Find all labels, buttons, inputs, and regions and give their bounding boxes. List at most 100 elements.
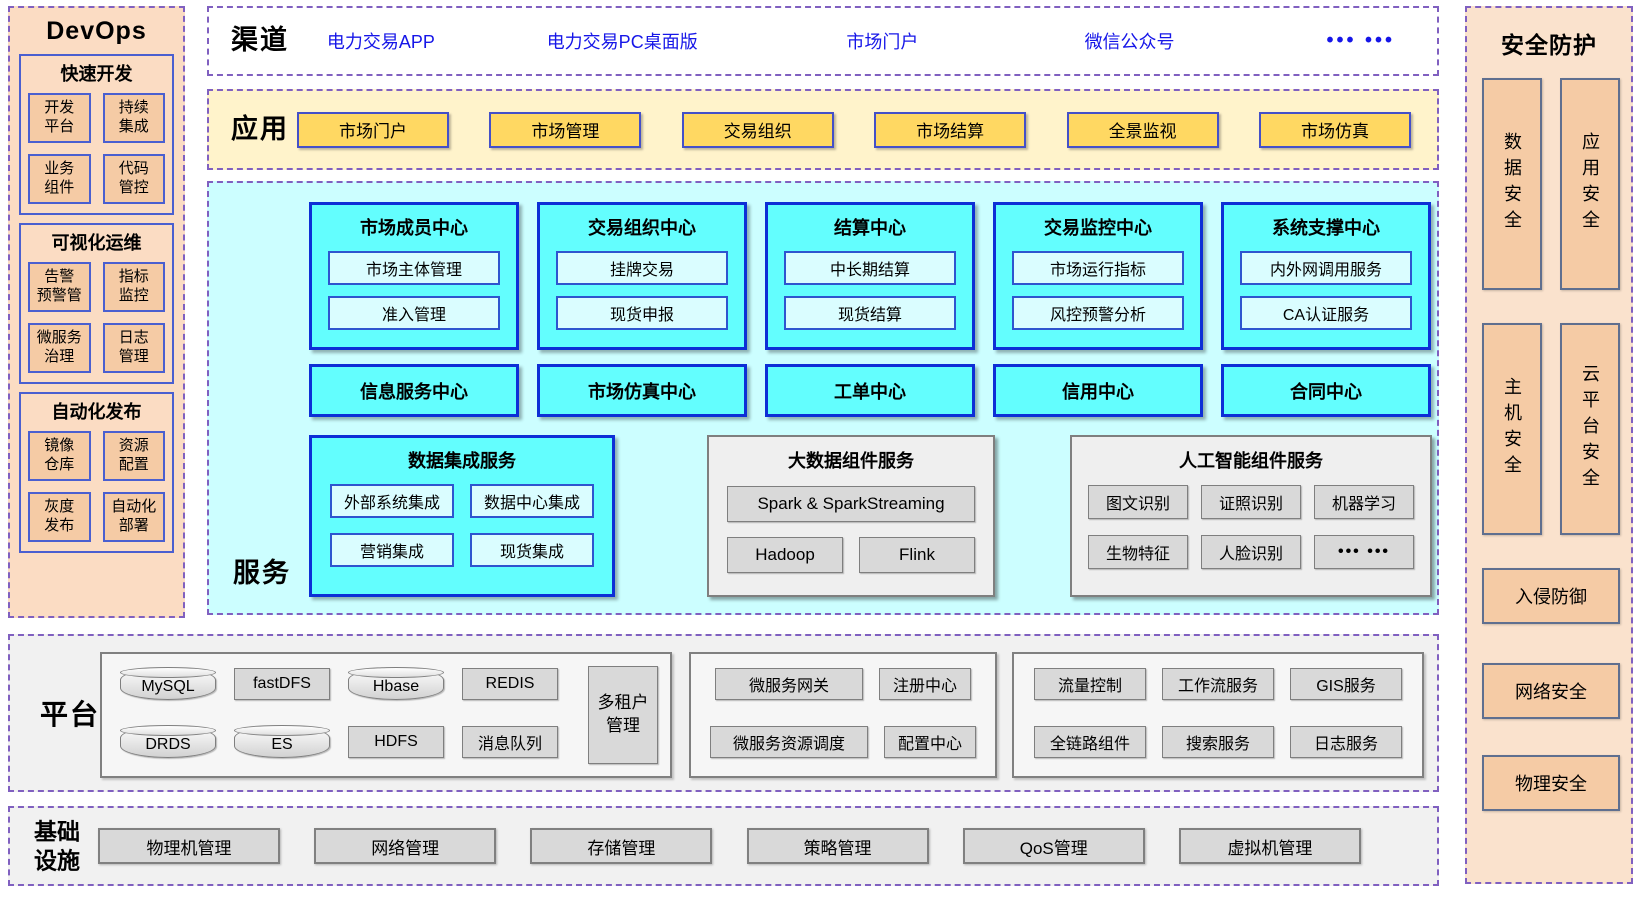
devops-item: 指标 监控 [103,262,166,312]
db-cylinder-mysql: MySQL [120,668,216,700]
service-sub-item: 内外网调用服务 [1240,251,1412,285]
service-center-trade-monitoring: 交易监控中心 市场运行指标 风控预警分析 [993,202,1203,350]
service-sub-item: 风控预警分析 [1012,296,1184,330]
architecture-diagram: DevOps 快速开发 开发 平台 持续 集成 业务 组件 代码 管控 可视化运… [0,0,1641,899]
bigdata-title: 大数据组件服务 [709,447,993,473]
applications-row: 应用 市场门户 市场管理 交易组织 市场结算 全景监视 市场仿真 [207,89,1439,170]
security-title: 安全防护 [1467,26,1631,60]
platform-row-1: 流量控制 工作流服务 GIS服务 [1028,668,1408,700]
platform-label: 平台 [40,693,100,733]
app-market-portal: 市场门户 [297,112,449,148]
channel-pc-desktop: 电力交易PC桌面版 [547,28,698,54]
infrastructure-buttons: 物理机管理 网络管理 存储管理 策略管理 QoS管理 虚拟机管理 [98,828,1361,864]
security-application: 应用安全 [1560,78,1620,290]
devops-item: 灰度 发布 [28,492,91,542]
service-center-title: 交易监控中心 [996,214,1200,240]
service-center-contract: 合同中心 [1221,364,1431,417]
service-sub-item: 现货结算 [784,296,956,330]
service-center-title: 市场成员中心 [312,214,516,240]
devops-item: 微服务 治理 [28,323,91,373]
service-center-system-support: 系统支撑中心 内外网调用服务 CA认证服务 [1221,202,1431,350]
devops-group-title: 快速开发 [28,57,165,93]
service-sub-item: 准入管理 [328,296,500,330]
infra-virtual-machine: 虚拟机管理 [1179,828,1361,864]
infra-policy: 策略管理 [747,828,929,864]
platform-storage-panel: MySQL fastDFS Hbase REDIS DRDS ES HDFS 消… [100,652,672,778]
channels-label: 渠道 [231,26,289,56]
platform-cell-search: 搜索服务 [1162,726,1274,758]
devops-group-grid: 告警 预警管 指标 监控 微服务 治理 日志 管理 [28,262,165,373]
service-center-market-members: 市场成员中心 市场主体管理 准入管理 [309,202,519,350]
security-cloud-platform: 云平台安全 [1560,323,1620,535]
infra-storage: 存储管理 [530,828,712,864]
service-sub-item: 市场主体管理 [328,251,500,285]
platform-cell-ms-gateway: 微服务网关 [715,668,863,700]
service-center-market-simulation: 市场仿真中心 [537,364,747,417]
service-center-credit: 信用中心 [993,364,1203,417]
devops-item: 代码 管控 [103,154,166,204]
platform-row-2: DRDS ES HDFS 消息队列 [120,726,558,758]
app-panorama-monitoring: 全景监视 [1067,112,1219,148]
service-center-settlement: 结算中心 中长期结算 现货结算 [765,202,975,350]
devops-title: DevOps [10,8,183,46]
platform-cell-multi-tenant: 多租户 管理 [588,666,658,764]
devops-item: 告警 预警管 [28,262,91,312]
devops-item: 开发 平台 [28,93,91,143]
data-integration-grid: 外部系统集成 数据中心集成 营销集成 现货集成 [312,473,612,567]
db-cylinder-es: ES [234,726,330,758]
devops-group-auto-release: 自动化发布 镜像 仓库 资源 配置 灰度 发布 自动化 部署 [19,392,174,553]
platform-cell-redis: REDIS [462,668,558,700]
services-label: 服务 [233,551,291,590]
infrastructure-label: 基础 设施 [34,817,80,875]
service-center-title: 系统支撑中心 [1224,214,1428,240]
service-sub-item: 现货申报 [556,296,728,330]
platform-cell-hdfs: HDFS [348,726,444,758]
app-trade-organization: 交易组织 [682,112,834,148]
platform-row-2: 全链路组件 搜索服务 日志服务 [1028,726,1408,758]
applications-label: 应用 [231,115,289,145]
security-data: 数据安全 [1482,78,1542,290]
devops-group-title: 自动化发布 [28,395,165,431]
security-intrusion-prevention: 入侵防御 [1482,568,1620,624]
devops-panel: DevOps 快速开发 开发 平台 持续 集成 业务 组件 代码 管控 可视化运… [8,6,185,618]
devops-group-visual-ops: 可视化运维 告警 预警管 指标 监控 微服务 治理 日志 管理 [19,223,174,384]
ai-component-services: 人工智能组件服务 图文识别 证照识别 机器学习 生物特征 人脸识别 ••• ••… [1070,435,1432,597]
devops-group-grid: 开发 平台 持续 集成 业务 组件 代码 管控 [28,93,165,204]
platform-cell-ms-scheduling: 微服务资源调度 [710,726,868,758]
service-sub-item: 挂牌交易 [556,251,728,285]
platform-cell-gis: GIS服务 [1290,668,1402,700]
security-network: 网络安全 [1482,663,1620,719]
platform-cell-fastdfs: fastDFS [234,668,330,700]
infra-network: 网络管理 [314,828,496,864]
ai-item: 机器学习 [1314,485,1414,519]
infra-qos: QoS管理 [963,828,1145,864]
devops-item: 日志 管理 [103,323,166,373]
applications-buttons: 市场门户 市场管理 交易组织 市场结算 全景监视 市场仿真 [297,112,1411,148]
devops-item: 业务 组件 [28,154,91,204]
app-market-settlement: 市场结算 [874,112,1026,148]
ai-item: 图文识别 [1088,485,1188,519]
platform-microservice-panel: 微服务网关 注册中心 微服务资源调度 配置中心 [689,652,997,778]
platform-cell-full-link: 全链路组件 [1034,726,1146,758]
security-panel: 安全防护 数据安全 应用安全 主机安全 云平台安全 入侵防御 网络安全 物理安全 [1465,6,1633,884]
ai-item: 人脸识别 [1201,535,1301,569]
devops-group-title: 可视化运维 [28,226,165,262]
platform-cell-workflow: 工作流服务 [1162,668,1274,700]
bigdata-item-flink: Flink [859,537,975,573]
service-center-work-order: 工单中心 [765,364,975,417]
service-center-trade-organization: 交易组织中心 挂牌交易 现货申报 [537,202,747,350]
service-center-title: 结算中心 [768,214,972,240]
platform-row-2: 微服务资源调度 配置中心 [705,726,981,758]
security-host: 主机安全 [1482,323,1542,535]
db-cylinder-drds: DRDS [120,726,216,758]
channel-wechat: 微信公众号 [1085,28,1175,54]
services-area: 服务 市场成员中心 市场主体管理 准入管理 交易组织中心 挂牌交易 现货申报 结… [207,181,1439,615]
bigdata-row: Hadoop Flink [727,537,975,573]
security-physical: 物理安全 [1482,755,1620,811]
service-sub-item: CA认证服务 [1240,296,1412,330]
data-integration-title: 数据集成服务 [312,447,612,473]
platform-row: 平台 MySQL fastDFS Hbase REDIS DRDS ES HDF… [8,634,1439,792]
infra-physical-machine: 物理机管理 [98,828,280,864]
channel-market-portal: 市场门户 [846,28,918,54]
app-market-management: 市场管理 [489,112,641,148]
